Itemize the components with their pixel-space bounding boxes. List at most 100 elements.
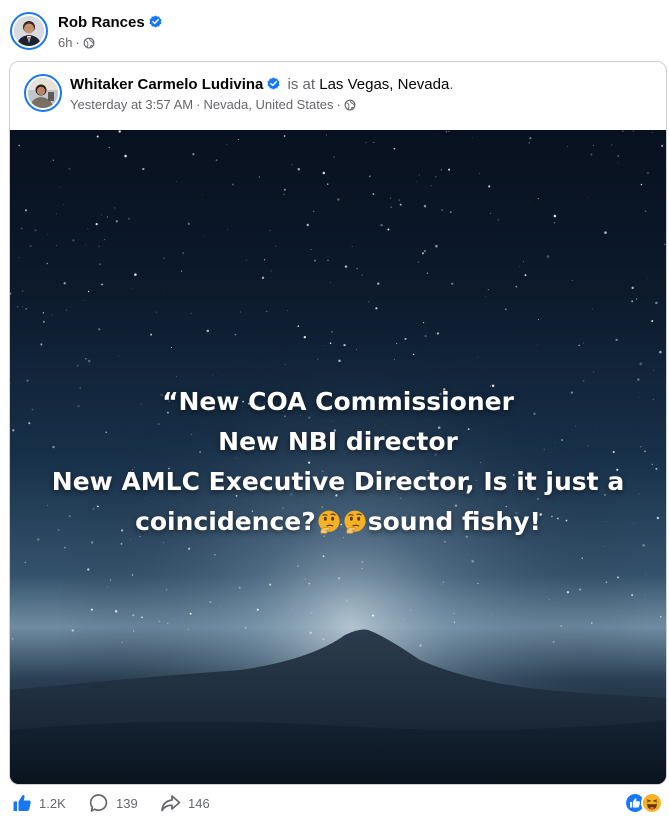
star: [42, 312, 45, 314]
star: [283, 135, 286, 137]
shared-author-name[interactable]: Whitaker Carmelo Ludivina: [70, 76, 263, 93]
author-name[interactable]: Rob Rances: [58, 14, 145, 31]
star: [304, 578, 306, 580]
star: [56, 244, 58, 246]
star: [310, 611, 313, 614]
reaction-summary[interactable]: [624, 792, 663, 814]
star: [165, 588, 168, 591]
shared-author-avatar[interactable]: [24, 74, 62, 112]
author-avatar[interactable]: [10, 12, 48, 50]
star: [226, 143, 228, 145]
star: [409, 329, 411, 331]
star: [215, 159, 218, 162]
star: [108, 146, 111, 149]
shared-post-header: Whitaker Carmelo Ludivina is at Las Vega…: [10, 62, 666, 130]
star: [90, 608, 93, 611]
star: [592, 144, 595, 147]
star: [313, 259, 317, 262]
star: [297, 565, 299, 567]
star: [439, 133, 440, 135]
star: [231, 183, 235, 186]
star: [106, 216, 108, 218]
star: [101, 214, 102, 216]
star: [387, 228, 390, 231]
star: [98, 328, 101, 331]
star: [87, 359, 91, 363]
comment-button[interactable]: 139: [89, 793, 138, 813]
star: [442, 581, 444, 583]
star: [573, 549, 575, 550]
star: [356, 348, 357, 350]
star: [664, 243, 666, 246]
star: [270, 277, 272, 278]
star: [34, 229, 37, 232]
share-button[interactable]: 146: [160, 793, 210, 813]
star: [261, 276, 265, 279]
star: [616, 576, 620, 579]
star: [396, 343, 398, 345]
star: [227, 229, 229, 230]
star: [297, 325, 300, 327]
star: [651, 132, 653, 134]
star: [651, 319, 654, 323]
star: [283, 193, 285, 195]
post-image[interactable]: “New COA Commissioner New NBI director N…: [10, 130, 666, 784]
star: [325, 134, 327, 136]
star: [448, 131, 450, 132]
thumbs-up-icon: [13, 795, 31, 811]
star: [176, 181, 178, 182]
star: [155, 311, 157, 313]
star: [121, 641, 123, 644]
star: [25, 308, 28, 310]
star: [322, 171, 326, 175]
star: [343, 343, 346, 347]
star: [124, 154, 127, 158]
star: [212, 375, 214, 376]
star: [214, 554, 216, 556]
star: [118, 130, 121, 133]
star: [65, 309, 67, 311]
star: [578, 344, 580, 347]
quote-line-2: New NBI director: [218, 427, 458, 456]
star: [449, 211, 452, 213]
star: [631, 594, 634, 596]
star: [591, 622, 593, 624]
checkin-place-link[interactable]: Las Vegas, Nevada: [319, 76, 449, 93]
meta-separator: ·: [75, 35, 80, 50]
star: [421, 252, 425, 255]
shared-post-timestamp[interactable]: Yesterday at 3:57 AM: [70, 97, 193, 112]
star: [440, 169, 443, 171]
quote-line-4-end: sound fishy!: [367, 507, 541, 536]
star: [583, 342, 584, 344]
star: [114, 207, 116, 209]
star: [423, 204, 427, 208]
star: [417, 261, 420, 264]
star: [46, 262, 48, 265]
star: [222, 374, 224, 376]
star: [167, 622, 169, 624]
globe-icon[interactable]: [83, 37, 95, 49]
star: [377, 282, 380, 285]
star: [189, 612, 192, 615]
star: [423, 322, 425, 324]
star: [258, 176, 261, 178]
star: [72, 239, 75, 242]
globe-icon[interactable]: [344, 99, 356, 111]
star: [548, 599, 550, 600]
star: [133, 630, 135, 632]
star: [43, 321, 45, 323]
star: [361, 560, 364, 564]
star: [310, 249, 312, 251]
post-time[interactable]: 6h: [58, 35, 72, 50]
star: [329, 342, 332, 344]
shared-post-location[interactable]: Nevada, United States: [203, 97, 333, 112]
star: [326, 183, 329, 185]
trailing-dot: .: [449, 76, 454, 93]
shared-post-card[interactable]: Whitaker Carmelo Ludivina is at Las Vega…: [9, 61, 667, 785]
star: [115, 220, 119, 223]
star: [436, 332, 439, 335]
star: [390, 206, 392, 208]
star: [497, 218, 500, 221]
star: [519, 265, 521, 267]
like-button[interactable]: 1.2K: [12, 793, 66, 813]
